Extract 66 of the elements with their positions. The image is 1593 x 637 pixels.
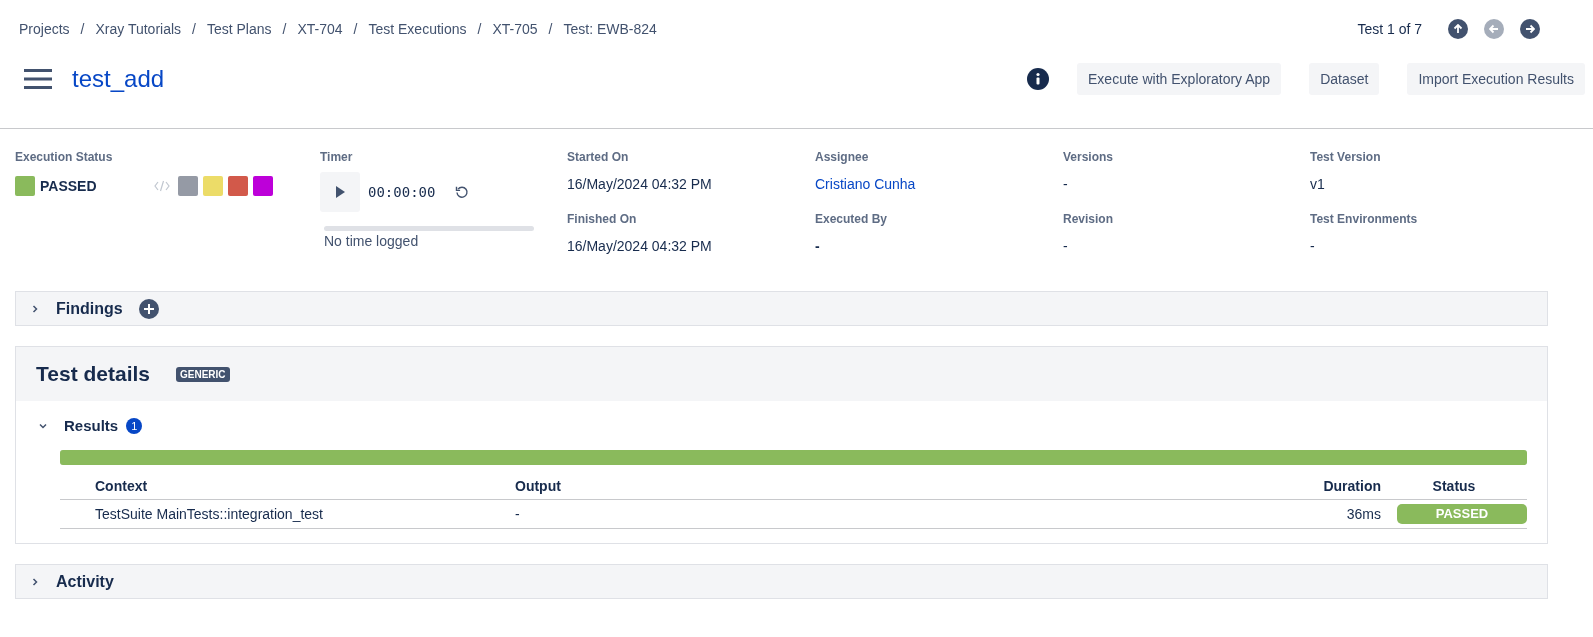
arrow-right-icon [1525, 24, 1535, 34]
column-header: Output [515, 473, 900, 500]
breadcrumb-link[interactable]: XT-705 [492, 21, 538, 37]
field-value: 16/May/2024 04:32 PM [567, 238, 713, 254]
play-icon [335, 186, 345, 198]
table-cell: TestSuite MainTests::integration_test [60, 499, 515, 529]
field-label: Assignee [815, 150, 870, 164]
timer-note: No time logged [324, 233, 420, 249]
section-title: Test details [36, 362, 150, 386]
chevron-right-icon[interactable] [30, 576, 40, 587]
pager-label: Test 1 of 7 [1357, 21, 1422, 37]
status-value: PASSED [40, 178, 98, 194]
breadcrumb-link[interactable]: Test Plans [206, 21, 272, 37]
breadcrumb-link[interactable]: Projects [19, 21, 70, 37]
column-header: Context [60, 473, 515, 500]
action-button[interactable]: Import Execution Results [1407, 63, 1585, 95]
field-label: Test Version [1310, 150, 1382, 164]
breadcrumb-separator: / [477, 21, 482, 37]
field-label: Finished On [567, 212, 638, 226]
timer-value: 00:00:00 [368, 184, 436, 200]
field-value: - [815, 238, 821, 254]
breadcrumb-separator: / [192, 21, 196, 37]
field-label: Versions [1063, 150, 1115, 164]
field-value: - [1063, 238, 1069, 254]
breadcrumb-separator: / [282, 21, 287, 37]
table-cell: 36ms [899, 499, 1381, 529]
menu-icon[interactable] [24, 68, 52, 90]
breadcrumb-separator: / [353, 21, 358, 37]
arrow-up-icon [1453, 24, 1463, 34]
chevron-right-icon[interactable] [30, 303, 40, 314]
field-label: Timer [320, 150, 354, 164]
arrow-left-icon [1489, 24, 1499, 34]
column-header: Duration [899, 473, 1381, 500]
field-label: Test Environments [1310, 212, 1419, 226]
field-label: Execution Status [15, 150, 114, 164]
test-type-badge: GENERIC [176, 366, 230, 382]
column-header: Status [1381, 473, 1527, 500]
status-badge: PASSED [1397, 504, 1527, 524]
section-title: Activity [56, 572, 114, 591]
breadcrumb-separator: / [548, 21, 553, 37]
breadcrumb-link[interactable]: Test Executions [368, 21, 467, 37]
info-icon[interactable] [1027, 68, 1049, 90]
field-value: - [1063, 176, 1069, 192]
arrow-up-button[interactable] [1448, 19, 1468, 39]
field-value: v1 [1310, 176, 1326, 192]
add-icon[interactable] [138, 298, 159, 319]
breadcrumb-link[interactable]: XT-704 [297, 21, 343, 37]
breadcrumb-link[interactable]: Test: EWB-824 [563, 21, 657, 37]
table-cell: - [515, 499, 900, 529]
results-count: 1 [126, 417, 143, 434]
reset-icon[interactable] [455, 185, 470, 199]
page-title: test_add [72, 65, 165, 93]
play-button[interactable] [320, 172, 360, 212]
field-value: 16/May/2024 04:32 PM [567, 176, 713, 192]
arrow-right-button[interactable] [1520, 19, 1540, 39]
assignee-link[interactable]: Cristiano Cunha [815, 176, 1063, 192]
results-title: Results [64, 417, 119, 434]
field-label: Executed By [815, 212, 889, 226]
section-title: Findings [56, 299, 123, 318]
field-value: - [1310, 238, 1316, 254]
field-label: Started On [567, 150, 630, 164]
action-button[interactable]: Dataset [1309, 63, 1380, 95]
field-label: Revision [1063, 212, 1114, 226]
breadcrumb-link[interactable]: Xray Tutorials [95, 21, 182, 37]
action-button[interactable]: Execute with Exploratory App [1077, 63, 1282, 95]
breadcrumb-separator: / [80, 21, 85, 37]
